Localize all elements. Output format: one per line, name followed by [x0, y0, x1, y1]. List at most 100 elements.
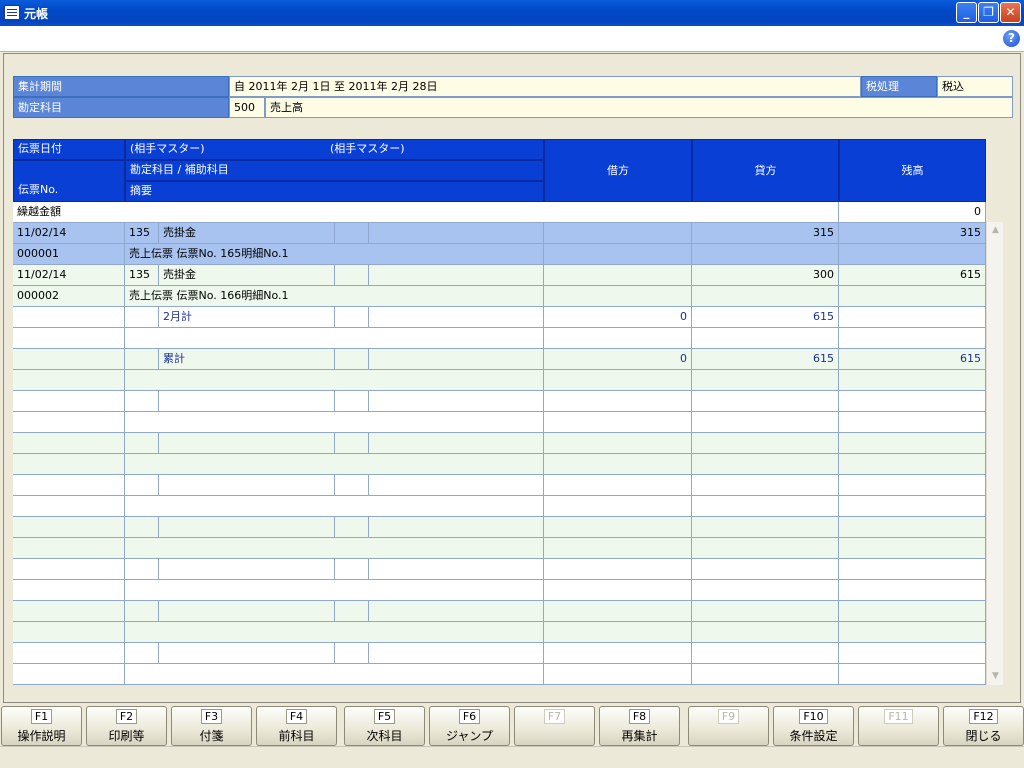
cell-debit	[544, 286, 692, 307]
header-partner-1: (相手マスター)	[130, 142, 205, 155]
carry-over-row[interactable]: 繰越金額 0	[13, 202, 986, 223]
fkey-f6-button[interactable]: F6 ジャンプ	[429, 706, 510, 746]
fkey-label: F4	[285, 709, 308, 724]
cell-sub-account	[369, 601, 544, 622]
help-icon[interactable]: ?	[1003, 30, 1020, 47]
cell-memo-rest	[335, 328, 544, 349]
cell-slip-no	[13, 538, 125, 559]
cell-memo-rest	[335, 622, 544, 643]
table-row[interactable]: 11/02/14 135 売掛金 300 615	[13, 265, 986, 286]
period-value: 自 2011年 2月 1日 至 2011年 2月 28日	[229, 76, 861, 97]
fkey-label: F8	[628, 709, 651, 724]
cell-sub-code	[335, 433, 369, 454]
cell-memo-rest	[335, 412, 544, 433]
table-row[interactable]	[13, 559, 986, 580]
fkey-f10-button[interactable]: F10 条件設定	[773, 706, 854, 746]
fkey-label: F12	[969, 709, 998, 724]
cell-code	[125, 433, 159, 454]
cell-date: 11/02/14	[13, 265, 125, 286]
cell-credit	[692, 454, 839, 475]
cell-balance	[839, 286, 986, 307]
fkey-f2-button[interactable]: F2 印刷等	[86, 706, 167, 746]
title-bar: 元帳 _ ❐ ✕	[0, 0, 1024, 26]
scroll-up-icon[interactable]: ▲	[988, 223, 1003, 238]
cell-debit	[544, 559, 692, 580]
cell-balance	[839, 580, 986, 601]
cell-code: 135	[125, 223, 159, 244]
cell-sub-code	[335, 349, 369, 370]
fkey-f9-button[interactable]: F9	[688, 706, 769, 746]
cell-slip-no	[13, 370, 125, 391]
fkey-caption: 操作説明	[17, 729, 66, 743]
table-row[interactable]	[13, 370, 986, 391]
cell-credit	[692, 433, 839, 454]
cell-credit	[692, 538, 839, 559]
fkey-f8-button[interactable]: F8 再集計	[599, 706, 680, 746]
fkey-f12-button[interactable]: F12 閉じる	[943, 706, 1024, 746]
table-row[interactable]	[13, 433, 986, 454]
cell-balance: 315	[839, 223, 986, 244]
cell-credit	[692, 601, 839, 622]
ledger-app-icon	[4, 5, 20, 20]
fkey-f3-button[interactable]: F3 付箋	[171, 706, 252, 746]
table-row[interactable]: 2月計 0 615	[13, 307, 986, 328]
table-row[interactable]	[13, 664, 986, 685]
table-row[interactable]	[13, 622, 986, 643]
cell-memo	[125, 580, 335, 601]
cell-credit	[692, 496, 839, 517]
cell-account: 売掛金	[159, 223, 335, 244]
table-row[interactable]	[13, 475, 986, 496]
table-row[interactable]	[13, 517, 986, 538]
cell-slip-no	[13, 496, 125, 517]
cell-memo-rest	[335, 538, 544, 559]
cell-credit	[692, 370, 839, 391]
cell-code	[125, 517, 159, 538]
table-row[interactable]: 000001 売上伝票 伝票No. 165明細No.1	[13, 244, 986, 265]
table-row[interactable]	[13, 496, 986, 517]
cell-debit	[544, 664, 692, 685]
cell-balance	[839, 664, 986, 685]
cell-slip-no	[13, 328, 125, 349]
fkey-label: F5	[373, 709, 396, 724]
cell-balance	[839, 244, 986, 265]
fkey-caption: 印刷等	[108, 729, 145, 743]
fkey-f4-button[interactable]: F4 前科目	[256, 706, 337, 746]
table-row[interactable]	[13, 391, 986, 412]
cell-sub-account	[369, 643, 544, 664]
cell-memo-rest	[335, 664, 544, 685]
fkey-f1-button[interactable]: F1 操作説明	[1, 706, 82, 746]
cell-sub-code	[335, 223, 369, 244]
fkey-f11-button[interactable]: F11	[858, 706, 939, 746]
minimize-button[interactable]: _	[956, 2, 977, 23]
cell-balance	[839, 328, 986, 349]
cell-debit	[544, 622, 692, 643]
table-row[interactable]	[13, 538, 986, 559]
table-row[interactable]	[13, 454, 986, 475]
cell-credit: 615	[692, 349, 839, 370]
table-row[interactable]	[13, 643, 986, 664]
cell-date	[13, 601, 125, 622]
cell-balance: 615	[839, 349, 986, 370]
table-row[interactable]: 000002 売上伝票 伝票No. 166明細No.1	[13, 286, 986, 307]
vertical-scrollbar[interactable]: ▲ ▼	[986, 222, 1003, 685]
scroll-down-icon[interactable]: ▼	[988, 669, 1003, 684]
cell-memo	[125, 412, 335, 433]
cell-date	[13, 391, 125, 412]
table-row[interactable]: 累計 0 615 615	[13, 349, 986, 370]
table-row[interactable]	[13, 580, 986, 601]
cell-debit	[544, 580, 692, 601]
table-row[interactable]: 11/02/14 135 売掛金 315 315	[13, 223, 986, 244]
table-row[interactable]	[13, 412, 986, 433]
cell-memo	[125, 538, 335, 559]
cell-sub-account	[369, 391, 544, 412]
header-partner: (相手マスター) (相手マスター)	[125, 139, 544, 160]
fkey-f5-button[interactable]: F5 次科目	[344, 706, 425, 746]
restore-button[interactable]: ❐	[978, 2, 999, 23]
cell-memo	[125, 370, 335, 391]
table-row[interactable]	[13, 328, 986, 349]
cell-date	[13, 307, 125, 328]
close-window-button[interactable]: ✕	[1000, 2, 1021, 23]
fkey-f7-button[interactable]: F7	[514, 706, 595, 746]
table-row[interactable]	[13, 601, 986, 622]
cell-account	[159, 643, 335, 664]
